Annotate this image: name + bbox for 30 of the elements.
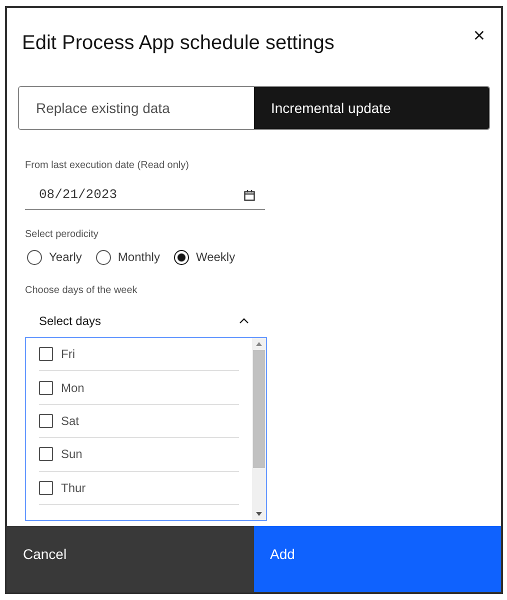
chevron-icon — [239, 318, 249, 324]
radio-label: Monthly — [118, 249, 160, 266]
checkbox[interactable] — [39, 480, 53, 495]
field-label: Choose days of the week — [25, 284, 138, 298]
date-field[interactable]: 08/21/2023 — [25, 181, 265, 210]
close-button[interactable]: × — [473, 26, 485, 46]
add-button[interactable]: Add — [254, 526, 501, 592]
radio-button[interactable] — [27, 250, 42, 264]
radio-button[interactable] — [174, 250, 189, 264]
radio-label: Weekly — [196, 249, 236, 266]
tab[interactable]: Incremental update — [254, 87, 489, 129]
checkbox[interactable] — [39, 414, 53, 428]
cancel-button[interactable]: Cancel — [7, 526, 254, 592]
scrollbar-thumb[interactable] — [253, 350, 265, 468]
option-label: Sat — [61, 412, 80, 430]
calendar-icon — [244, 190, 255, 200]
checkbox[interactable] — [39, 380, 53, 395]
checkbox[interactable] — [39, 447, 53, 462]
dialog-title: Edit Process App schedule settings — [22, 31, 334, 56]
scrollbar[interactable] — [252, 338, 266, 520]
radio-label: Yearly — [49, 249, 82, 266]
option-label: Thur — [61, 480, 86, 497]
checkbox[interactable] — [39, 347, 53, 362]
radio-button[interactable] — [96, 250, 111, 264]
option-label: Sun — [61, 446, 82, 464]
option-label: Mon — [61, 380, 84, 397]
field-label: From last execution date (Read only) — [25, 159, 190, 173]
field-label: Select perodicity — [25, 228, 100, 242]
option-label: Fri — [61, 346, 75, 364]
select-dropdown[interactable]: Select days — [25, 312, 259, 330]
